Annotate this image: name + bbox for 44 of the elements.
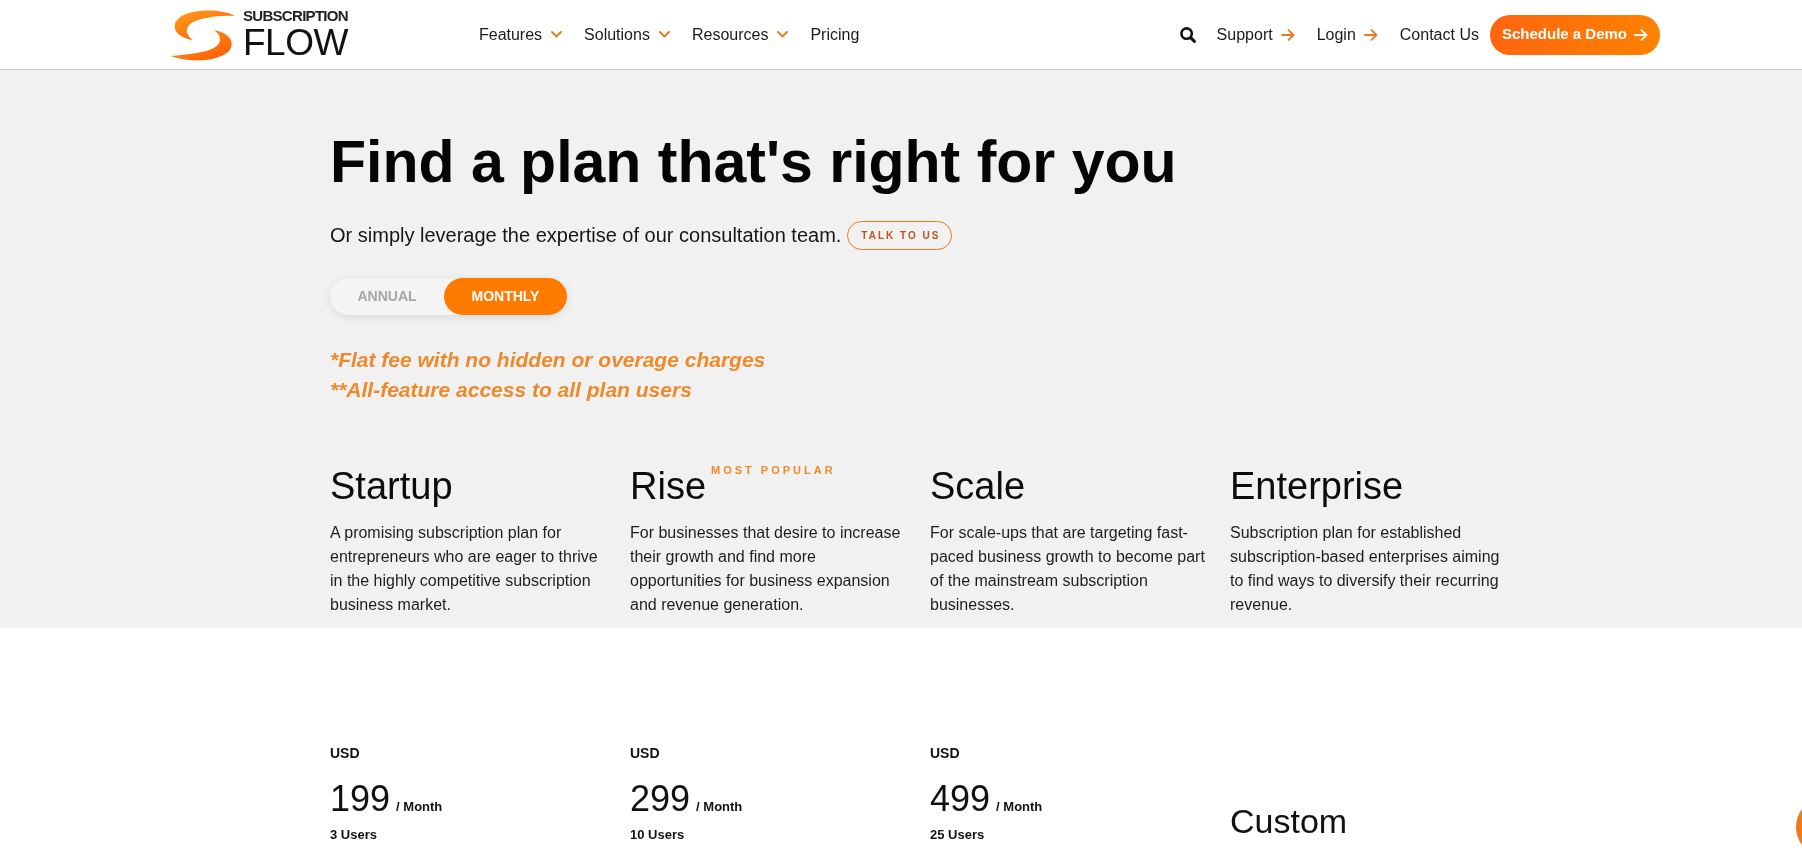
plan-name: Rise: [630, 464, 707, 509]
plan-name: Startup: [330, 464, 453, 509]
search-icon[interactable]: [1179, 26, 1196, 43]
chevron-down-icon: [777, 31, 789, 38]
pricing-note: *Flat fee with no hidden or overage charges: [330, 347, 767, 373]
intro-text: Or simply leverage the expertise of our consultation team.: [330, 223, 842, 248]
logo-text: FLOW: [243, 24, 348, 61]
price-period: / Month: [396, 797, 443, 816]
price-period: / Month: [996, 797, 1043, 816]
nav-link[interactable]: Support: [1205, 18, 1306, 51]
nav-menu-item[interactable]: Features: [467, 18, 574, 51]
arrow-right-icon: [1634, 28, 1648, 41]
nav-link[interactable]: Contact Us: [1388, 18, 1490, 51]
pricing-note: **All-feature access to all plan users: [330, 377, 693, 403]
price-amount: 199: [330, 776, 391, 820]
chevron-down-icon: [658, 31, 670, 38]
nav-menu-item[interactable]: Resources: [680, 18, 800, 51]
price-amount: 299: [630, 776, 691, 820]
plan-description: A promising subscription plan for entrepreneurs who are eager to thrive in the highly competitive subscription business market.: [330, 522, 599, 615]
custom-price: Custom: [1230, 800, 1349, 842]
price-period: / Month: [696, 797, 743, 816]
user-count: 25 Users: [930, 825, 986, 844]
nav-link[interactable]: Pricing: [799, 18, 871, 51]
price-amount: 499: [930, 776, 991, 820]
popular-label: MOST POPULAR: [711, 463, 836, 478]
currency-label: USD: [630, 743, 661, 763]
user-count: 3 Users: [330, 825, 378, 844]
plan-description: Subscription plan for established subscription-based enterprises aiming to find ways to diversify their recurring revenue.: [1230, 522, 1501, 615]
arrow-right-icon: [1280, 28, 1295, 41]
plan-name: Scale: [930, 464, 1026, 509]
arrow-right-icon: [1363, 28, 1378, 41]
currency-label: USD: [930, 743, 961, 763]
plan-name: Enterprise: [1230, 464, 1404, 509]
currency-label: USD: [330, 743, 361, 763]
user-count: 10 Users: [630, 825, 686, 844]
page-title: Find a plan that's right for you: [330, 129, 1178, 195]
logo-text: SUBSCRIPTION: [243, 8, 348, 23]
plan-description: For businesses that desire to increase their growth and find more opportunities for business expansion and revenue generation.: [630, 522, 902, 615]
plan-description: For scale-ups that are targeting fast-paced business growth to become part of the mainstream subscription businesses.: [930, 522, 1206, 615]
nav-link[interactable]: Login: [1305, 18, 1389, 51]
nav-menu-item[interactable]: Solutions: [573, 18, 681, 51]
chat-launcher-icon[interactable]: [1796, 809, 1802, 845]
chevron-down-icon: [551, 31, 563, 38]
logo-icon[interactable]: [170, 8, 236, 61]
